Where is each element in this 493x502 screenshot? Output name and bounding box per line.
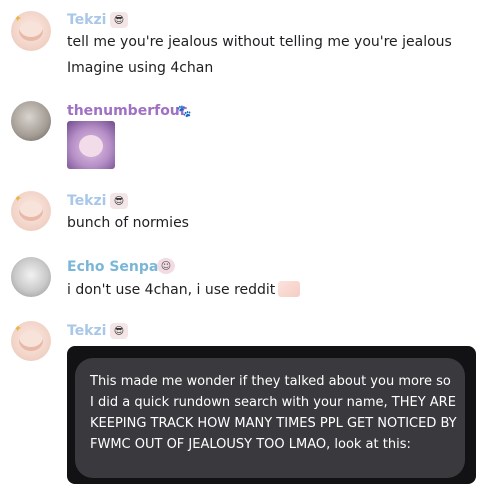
message-text: bunch of normies xyxy=(67,215,189,231)
avatar[interactable] xyxy=(11,257,51,297)
message-text-content: i don't use 4chan, i use reddit xyxy=(67,282,276,298)
avatar[interactable] xyxy=(11,101,51,141)
paw-prints-icon: 🐾 xyxy=(176,104,192,118)
message-text: Imagine using 4chan xyxy=(67,60,214,76)
sunglasses-cat-icon: 😎 xyxy=(110,323,128,339)
avatar[interactable]: ✦ xyxy=(11,11,51,51)
sunglasses-cat-icon: 😎 xyxy=(110,193,128,209)
character-emoji-icon: ☺ xyxy=(157,258,175,274)
quote-bubble: This made me wonder if they talked about… xyxy=(75,358,465,478)
username[interactable]: Tekzi xyxy=(67,192,106,210)
avatar[interactable]: ✦ xyxy=(11,191,51,231)
sunglasses-cat-icon: 😎 xyxy=(110,12,128,28)
username[interactable]: Tekzi xyxy=(67,322,106,340)
image-attachment[interactable] xyxy=(67,121,115,169)
sparkle-icon: ✦ xyxy=(13,192,23,205)
avatar[interactable]: ✦ xyxy=(11,321,51,361)
sparkle-icon: ✦ xyxy=(13,322,23,335)
quote-text: This made me wonder if they talked about… xyxy=(90,374,457,452)
username[interactable]: Tekzi xyxy=(67,11,106,29)
sparkle-icon: ✦ xyxy=(13,12,23,25)
username[interactable]: Echo Senpai xyxy=(67,258,163,276)
emoji-icon[interactable] xyxy=(278,281,301,297)
username[interactable]: thenumberfour xyxy=(67,102,187,120)
image-embed[interactable]: This made me wonder if they talked about… xyxy=(67,346,476,484)
message-text: i don't use 4chan, i use reddit xyxy=(67,280,301,300)
message-text: tell me you're jealous without telling m… xyxy=(67,34,452,50)
